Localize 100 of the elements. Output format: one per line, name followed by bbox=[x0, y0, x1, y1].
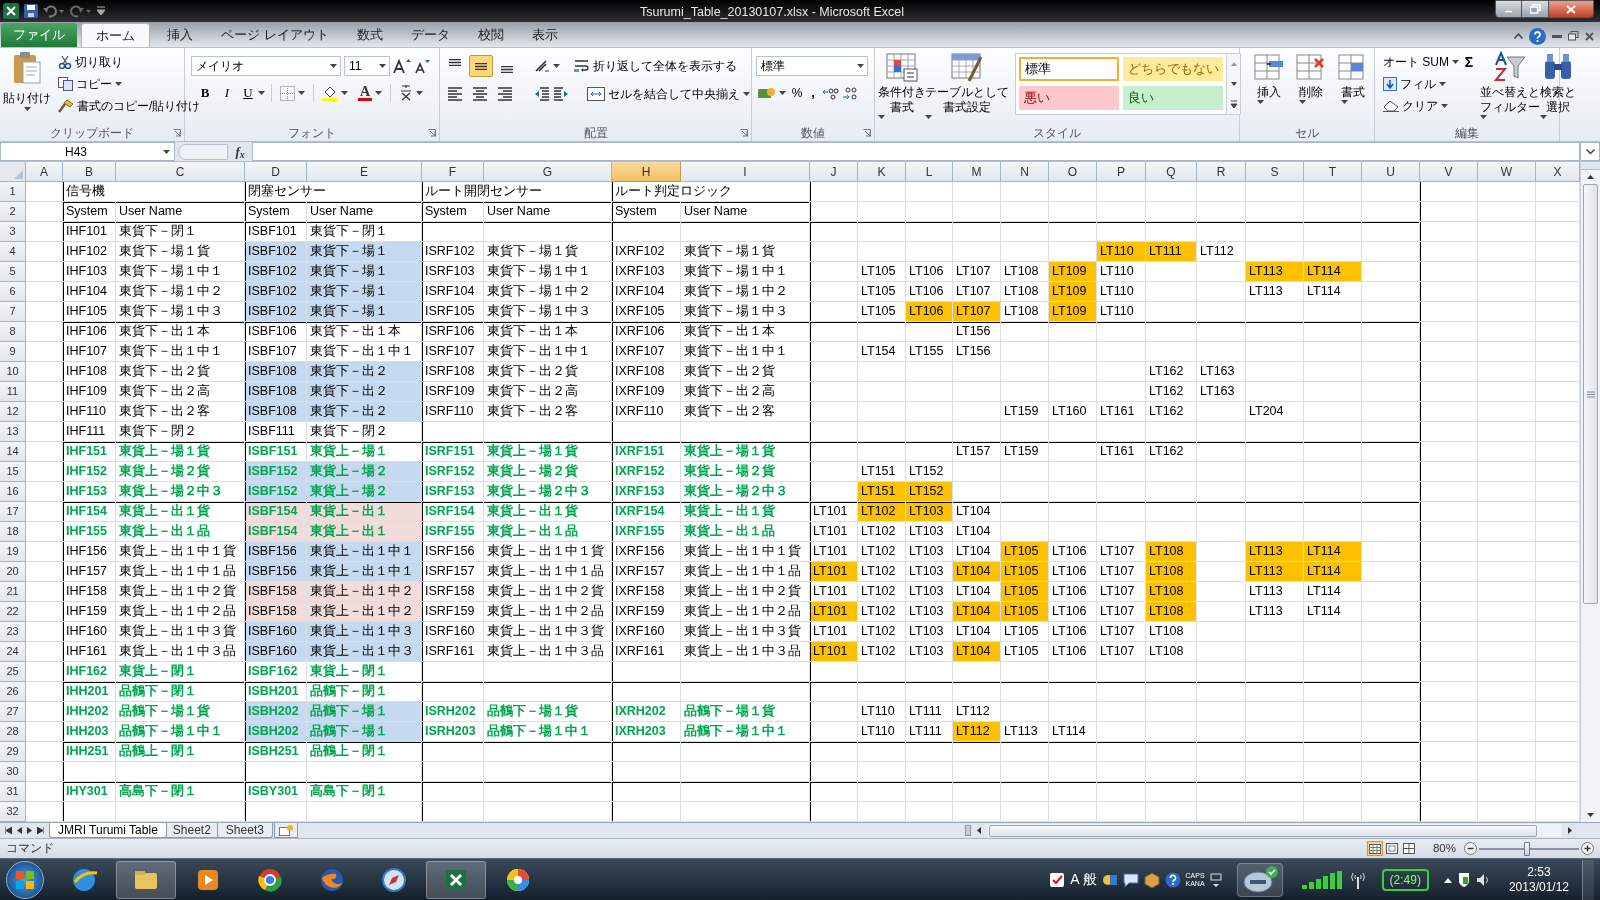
comma-button[interactable]: , bbox=[806, 83, 820, 103]
font-color-button[interactable]: A bbox=[356, 82, 384, 104]
delete-cells-button[interactable]: 削除 bbox=[1292, 51, 1330, 125]
copy-button[interactable]: コピー bbox=[56, 73, 124, 95]
row-header[interactable]: 24 bbox=[0, 642, 26, 662]
font-size-field[interactable]: 11 bbox=[344, 56, 390, 76]
cell-style-swatch[interactable]: どちらでもない bbox=[1123, 57, 1223, 81]
sheet-tab[interactable]: Sheet3 bbox=[216, 823, 273, 838]
fill-button[interactable]: フィル bbox=[1381, 73, 1448, 95]
autosum-button[interactable]: オート SUM Σ bbox=[1381, 51, 1478, 73]
cell-style-swatch[interactable]: 悪い bbox=[1019, 86, 1119, 110]
row-header[interactable]: 11 bbox=[0, 382, 26, 402]
row-header[interactable]: 9 bbox=[0, 342, 26, 362]
column-header[interactable]: H bbox=[612, 162, 681, 182]
row-header[interactable]: 26 bbox=[0, 682, 26, 702]
row-header[interactable]: 27 bbox=[0, 702, 26, 722]
row-header[interactable]: 19 bbox=[0, 542, 26, 562]
row-header[interactable]: 23 bbox=[0, 622, 26, 642]
column-header[interactable]: S bbox=[1246, 162, 1304, 182]
row-header[interactable]: 7 bbox=[0, 302, 26, 322]
column-header[interactable]: D bbox=[245, 162, 307, 182]
ribbon-tab[interactable]: ページ レイアウト bbox=[208, 23, 342, 47]
column-header[interactable]: X bbox=[1536, 162, 1580, 182]
row-header[interactable]: 22 bbox=[0, 602, 26, 622]
row-header[interactable]: 5 bbox=[0, 262, 26, 282]
row-header[interactable]: 4 bbox=[0, 242, 26, 262]
row-header[interactable]: 18 bbox=[0, 522, 26, 542]
row-header[interactable]: 12 bbox=[0, 402, 26, 422]
row-header[interactable]: 20 bbox=[0, 562, 26, 582]
clock-time[interactable]: 2:53 bbox=[1527, 864, 1551, 880]
column-header[interactable]: F bbox=[422, 162, 484, 182]
row-header[interactable]: 10 bbox=[0, 362, 26, 382]
row-header[interactable]: 15 bbox=[0, 462, 26, 482]
row-header[interactable]: 29 bbox=[0, 742, 26, 762]
row-header[interactable]: 2 bbox=[0, 202, 26, 222]
clear-button[interactable]: クリア bbox=[1381, 95, 1450, 117]
sheet-tab[interactable]: JMRI Turumi Table bbox=[49, 823, 167, 838]
column-header[interactable]: O bbox=[1049, 162, 1097, 182]
font-name-field[interactable]: メイリオ bbox=[191, 56, 341, 76]
name-box[interactable]: H43 bbox=[0, 142, 175, 161]
column-header[interactable]: U bbox=[1362, 162, 1420, 182]
row-header[interactable]: 32 bbox=[0, 802, 26, 822]
ribbon-tab[interactable]: 表示 bbox=[518, 23, 571, 47]
column-header[interactable]: N bbox=[1001, 162, 1049, 182]
cut-button[interactable]: 切り取り bbox=[56, 51, 125, 73]
row-header[interactable]: 17 bbox=[0, 502, 26, 522]
column-header[interactable]: J bbox=[810, 162, 858, 182]
clock-date[interactable]: 2013/01/12 bbox=[1508, 879, 1569, 895]
italic-button[interactable]: I bbox=[219, 83, 235, 103]
conditional-format-button[interactable]: 条件付き 書式 bbox=[879, 51, 925, 125]
column-header[interactable]: P bbox=[1097, 162, 1146, 182]
column-header[interactable]: V bbox=[1420, 162, 1478, 182]
row-header[interactable]: 21 bbox=[0, 582, 26, 602]
column-header[interactable]: B bbox=[63, 162, 116, 182]
cell-style-swatch[interactable]: 良い bbox=[1123, 86, 1223, 110]
row-header[interactable]: 30 bbox=[0, 762, 26, 782]
row-header[interactable]: 28 bbox=[0, 722, 26, 742]
column-header[interactable]: L bbox=[906, 162, 953, 182]
insert-cells-button[interactable]: 挿入 bbox=[1250, 51, 1288, 125]
find-select-button[interactable]: 検索と 選択 bbox=[1540, 51, 1576, 125]
ime-mode-text[interactable]: A bbox=[1070, 869, 1080, 890]
row-header[interactable]: 14 bbox=[0, 442, 26, 462]
column-header[interactable]: C bbox=[116, 162, 245, 182]
percent-button[interactable]: % bbox=[790, 84, 804, 102]
sort-filter-button[interactable]: 並べ替えと フィルター bbox=[1480, 51, 1540, 125]
column-header[interactable]: K bbox=[858, 162, 906, 182]
ribbon-tab[interactable]: データ bbox=[397, 23, 463, 47]
row-header[interactable]: 13 bbox=[0, 422, 26, 442]
column-header[interactable]: R bbox=[1197, 162, 1246, 182]
bold-button[interactable]: B bbox=[197, 83, 213, 103]
row-header[interactable]: 25 bbox=[0, 662, 26, 682]
row-header[interactable]: 8 bbox=[0, 322, 26, 342]
number-format-field[interactable]: 標準 bbox=[756, 56, 868, 76]
row-header[interactable]: 6 bbox=[0, 282, 26, 302]
row-header[interactable]: 3 bbox=[0, 222, 26, 242]
column-header[interactable]: Q bbox=[1146, 162, 1197, 182]
format-as-table-button[interactable]: テーブルとして 書式設定 bbox=[925, 51, 1009, 125]
row-header[interactable]: 16 bbox=[0, 482, 26, 502]
ribbon-tab[interactable]: 数式 bbox=[343, 23, 396, 47]
column-header[interactable]: G bbox=[484, 162, 612, 182]
ribbon-tab[interactable]: ホーム bbox=[81, 23, 150, 47]
format-cells-button[interactable]: 書式 bbox=[1334, 51, 1372, 125]
ribbon-tab[interactable]: 校閲 bbox=[464, 23, 517, 47]
merge-center-button[interactable]: セルを結合して中央揃え bbox=[585, 83, 752, 105]
column-header[interactable]: A bbox=[26, 162, 63, 182]
column-header[interactable]: W bbox=[1478, 162, 1536, 182]
paste-button[interactable]: 貼り付け bbox=[4, 51, 50, 125]
ime-mode-text[interactable]: 般 bbox=[1082, 869, 1097, 890]
ribbon-tab[interactable]: 挿入 bbox=[154, 23, 206, 47]
column-header[interactable]: T bbox=[1304, 162, 1362, 182]
column-header[interactable]: E bbox=[307, 162, 422, 182]
cell-style-swatch[interactable]: 標準 bbox=[1019, 57, 1119, 81]
row-header[interactable]: 31 bbox=[0, 782, 26, 802]
column-header[interactable]: I bbox=[681, 162, 810, 182]
wrap-text-button[interactable]: 折り返して全体を表示する bbox=[572, 55, 739, 77]
column-header[interactable]: M bbox=[953, 162, 1001, 182]
underline-button[interactable]: U bbox=[241, 83, 255, 103]
ribbon-tab[interactable]: ファイル bbox=[1, 23, 77, 47]
row-header[interactable]: 1 bbox=[0, 182, 26, 202]
insert-function-button[interactable]: f$_{x}$ bbox=[228, 141, 252, 162]
